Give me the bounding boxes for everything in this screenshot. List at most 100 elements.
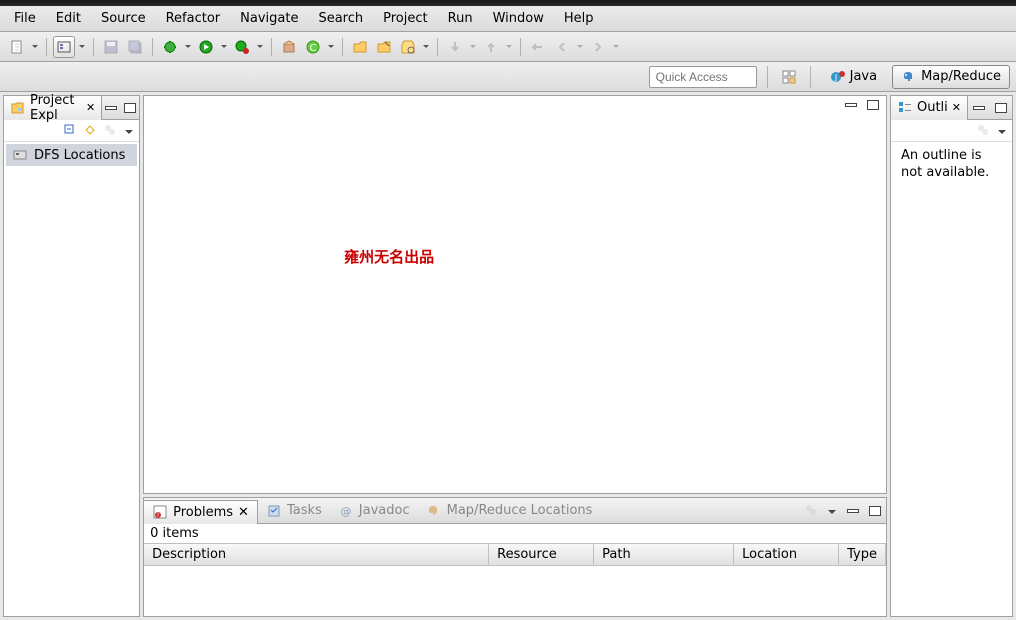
col-resource[interactable]: Resource (489, 544, 594, 565)
project-explorer-tree[interactable]: DFS Locations (4, 142, 139, 616)
new-icon[interactable] (6, 36, 28, 58)
debug-icon[interactable] (159, 36, 181, 58)
save-icon[interactable] (100, 36, 122, 58)
open-type-icon[interactable] (349, 36, 371, 58)
back-icon[interactable] (551, 36, 573, 58)
perspective-java[interactable]: J Java (821, 65, 886, 89)
tree-item-dfs-locations[interactable]: DFS Locations (6, 144, 137, 166)
maximize-icon[interactable] (993, 101, 1009, 115)
problems-table-body[interactable] (144, 566, 886, 616)
separator-icon (93, 38, 94, 56)
search-icon[interactable] (397, 36, 419, 58)
view-menu-icon[interactable] (826, 503, 836, 518)
maximize-icon[interactable] (865, 98, 881, 112)
new-class-icon[interactable]: C (302, 36, 324, 58)
prev-annotation-icon[interactable] (480, 36, 502, 58)
folder-tree-icon (10, 100, 26, 116)
toggle-breadcrumb-icon[interactable] (53, 36, 75, 58)
forward-icon[interactable] (587, 36, 609, 58)
tab-tasks[interactable]: Tasks (258, 499, 330, 523)
open-task-icon[interactable] (373, 36, 395, 58)
col-location[interactable]: Location (734, 544, 839, 565)
menu-source[interactable]: Source (91, 8, 156, 29)
outline-view: Outli ✕ An outline is not available. (890, 95, 1013, 617)
view-menu-icon[interactable] (996, 123, 1006, 138)
tab-mapreduce-label: Map/Reduce Locations (447, 503, 593, 518)
next-annotation-dropdown-icon[interactable] (468, 45, 478, 48)
open-perspective-icon[interactable] (778, 66, 800, 88)
bottom-tab-bar: ! Problems ✕ Tasks @ Javadoc Map/Red (144, 498, 886, 524)
perspective-java-label: Java (850, 69, 877, 84)
focus-icon[interactable] (976, 123, 992, 139)
watermark-text: 雍州无名出品 (344, 246, 434, 267)
minimize-icon[interactable] (843, 98, 859, 112)
maximize-icon[interactable] (867, 504, 883, 518)
outline-title: Outli (917, 100, 948, 115)
focus-icon[interactable] (103, 123, 119, 139)
dfs-icon (12, 147, 28, 163)
tree-item-label: DFS Locations (34, 148, 125, 163)
menu-project[interactable]: Project (373, 8, 437, 29)
tab-mapreduce-locations[interactable]: Map/Reduce Locations (418, 499, 601, 523)
back-dropdown-icon[interactable] (575, 45, 585, 48)
svg-text:J: J (833, 73, 836, 82)
workspace: Project Expl ✕ DFS Locations (0, 92, 1016, 620)
focus-icon[interactable] (804, 503, 820, 519)
project-explorer-tab[interactable]: Project Expl ✕ (4, 96, 102, 120)
menu-refactor[interactable]: Refactor (156, 8, 231, 29)
col-type[interactable]: Type (839, 544, 886, 565)
tab-problems[interactable]: ! Problems ✕ (144, 500, 258, 524)
javadoc-icon: @ (338, 503, 354, 519)
quick-access-input[interactable] (649, 66, 757, 88)
prev-annotation-dropdown-icon[interactable] (504, 45, 514, 48)
menu-bar: File Edit Source Refactor Navigate Searc… (0, 6, 1016, 32)
new-package-icon[interactable] (278, 36, 300, 58)
debug-dropdown-icon[interactable] (183, 45, 193, 48)
run-last-dropdown-icon[interactable] (255, 45, 265, 48)
project-explorer-toolbar (4, 120, 139, 142)
tab-javadoc[interactable]: @ Javadoc (330, 499, 418, 523)
problems-icon: ! (152, 504, 168, 520)
menu-edit[interactable]: Edit (46, 8, 91, 29)
minimize-icon[interactable] (105, 101, 117, 115)
collapse-all-icon[interactable] (63, 123, 79, 139)
last-edit-icon[interactable] (527, 36, 549, 58)
run-dropdown-icon[interactable] (219, 45, 229, 48)
col-path[interactable]: Path (594, 544, 734, 565)
outline-message: An outline is not available. (891, 142, 1012, 188)
close-icon[interactable]: ✕ (86, 101, 95, 114)
run-icon[interactable] (195, 36, 217, 58)
close-icon[interactable]: ✕ (952, 101, 961, 114)
menu-search[interactable]: Search (308, 8, 373, 29)
new-class-dropdown-icon[interactable] (326, 45, 336, 48)
outline-toolbar (891, 120, 1012, 142)
minimize-icon[interactable] (845, 504, 861, 518)
perspective-mapreduce[interactable]: Map/Reduce (892, 65, 1010, 89)
minimize-icon[interactable] (971, 101, 987, 115)
menu-run[interactable]: Run (438, 8, 483, 29)
separator-icon (46, 38, 47, 56)
next-annotation-icon[interactable] (444, 36, 466, 58)
view-menu-icon[interactable] (123, 123, 133, 138)
col-description[interactable]: Description (144, 544, 489, 565)
menu-file[interactable]: File (4, 8, 46, 29)
separator-icon (810, 66, 811, 88)
menu-navigate[interactable]: Navigate (230, 8, 308, 29)
run-last-icon[interactable] (231, 36, 253, 58)
menu-help[interactable]: Help (554, 8, 604, 29)
close-icon[interactable]: ✕ (238, 505, 249, 520)
menu-window[interactable]: Window (483, 8, 554, 29)
tab-problems-label: Problems (173, 505, 233, 520)
save-all-icon[interactable] (124, 36, 146, 58)
editor-area[interactable]: 雍州无名出品 (143, 95, 887, 494)
maximize-icon[interactable] (124, 101, 136, 115)
toggle-breadcrumb-dropdown-icon[interactable] (77, 45, 87, 48)
new-dropdown-icon[interactable] (30, 45, 40, 48)
link-editor-icon[interactable] (83, 123, 99, 139)
forward-dropdown-icon[interactable] (611, 45, 621, 48)
svg-text:@: @ (340, 505, 351, 518)
search-dropdown-icon[interactable] (421, 45, 431, 48)
tasks-icon (266, 503, 282, 519)
bottom-panel: ! Problems ✕ Tasks @ Javadoc Map/Red (143, 497, 887, 617)
outline-tab[interactable]: Outli ✕ (891, 96, 968, 120)
